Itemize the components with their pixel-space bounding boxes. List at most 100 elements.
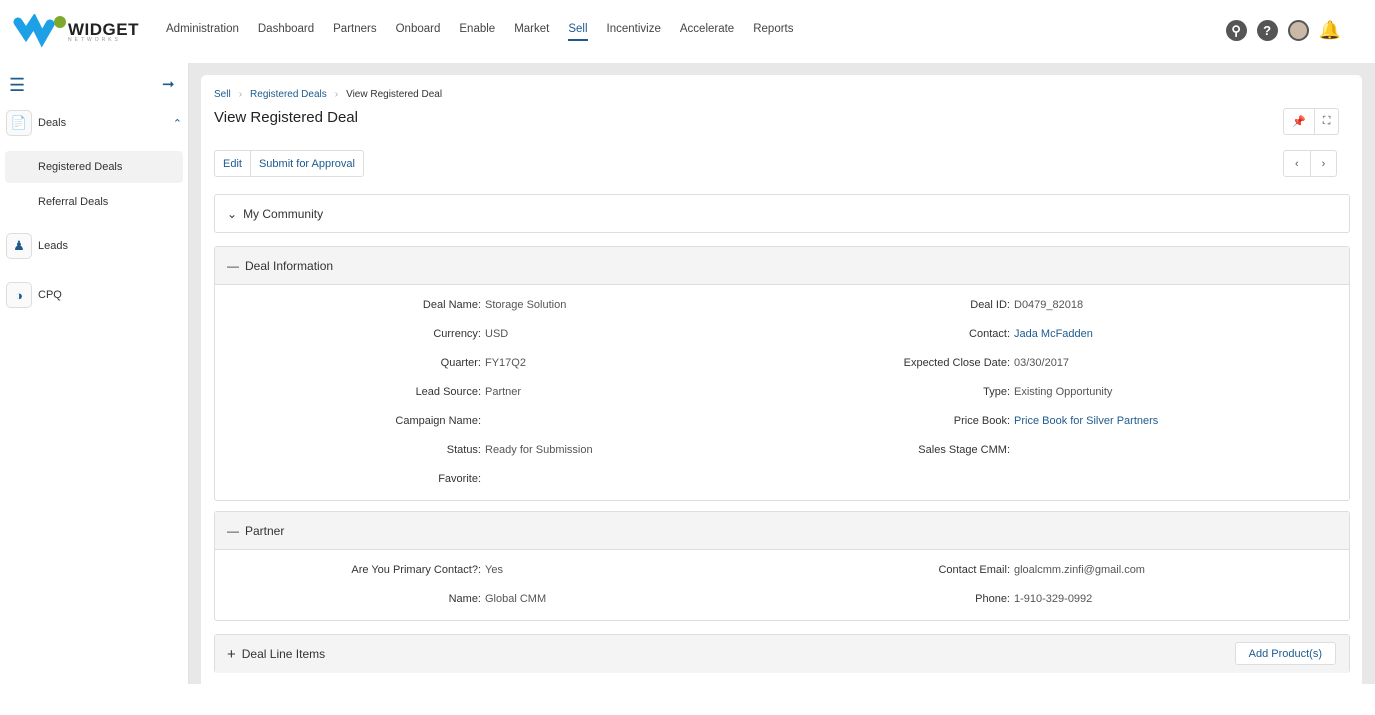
breadcrumb-current: View Registered Deal bbox=[346, 89, 443, 100]
chevron-down-icon: ⌄ bbox=[227, 207, 238, 221]
leads-icon: ♟ bbox=[6, 233, 32, 259]
nav-onboard[interactable]: Onboard bbox=[396, 23, 441, 41]
field-value: Existing Opportunity bbox=[1014, 386, 1113, 398]
previous-icon[interactable]: ‹ bbox=[1284, 151, 1310, 176]
bell-icon[interactable]: 🔔 bbox=[1319, 20, 1341, 41]
field-row: Contact: Jada McFadden bbox=[814, 328, 1093, 340]
sidebar-item-deals[interactable]: 📄 Deals ⌃ bbox=[6, 110, 182, 136]
field-label: Name: bbox=[448, 593, 481, 605]
help-icon[interactable]: ? bbox=[1256, 20, 1278, 41]
pin-sidebar-icon[interactable]: ➞ bbox=[162, 75, 175, 93]
field-value: Yes bbox=[485, 564, 503, 576]
field-value: Global CMM bbox=[485, 593, 547, 605]
breadcrumb: Sell › Registered Deals › View Registered … bbox=[214, 89, 443, 100]
content-card: Sell › Registered Deals › View Registered … bbox=[201, 75, 1362, 715]
section-title: Partner bbox=[245, 523, 285, 538]
nav-market[interactable]: Market bbox=[514, 23, 549, 41]
section-title: My Community bbox=[243, 207, 324, 221]
sidebar-label: CPQ bbox=[38, 289, 62, 301]
field-row: Campaign Name: bbox=[285, 415, 485, 427]
field-label: Contact Email: bbox=[938, 564, 1010, 576]
main-nav: Administration Dashboard Partners Onboar… bbox=[166, 23, 794, 41]
edit-button[interactable]: Edit bbox=[215, 151, 250, 176]
nav-accelerate[interactable]: Accelerate bbox=[680, 23, 734, 41]
field-row: Type: Existing Opportunity bbox=[814, 386, 1112, 398]
breadcrumb-sell[interactable]: Sell bbox=[214, 89, 231, 100]
chevron-up-icon[interactable]: ⌃ bbox=[173, 117, 182, 130]
field-label: Expected Close Date: bbox=[903, 357, 1010, 369]
field-row: Lead Source: Partner bbox=[285, 386, 522, 398]
field-value: Partner bbox=[485, 386, 522, 398]
nav-enable[interactable]: Enable bbox=[459, 23, 495, 41]
cpq-icon: ◑ bbox=[6, 282, 32, 308]
field-label: Quarter: bbox=[440, 357, 481, 369]
menu-icon[interactable]: ☰ bbox=[9, 75, 25, 96]
sidebar-item-referral-deals[interactable]: Referral Deals bbox=[38, 196, 108, 208]
submit-for-approval-button[interactable]: Submit for Approval bbox=[249, 151, 363, 176]
field-label: Status: bbox=[446, 444, 481, 456]
field-label: Sales Stage CMM: bbox=[918, 444, 1010, 456]
field-row: Favorite: bbox=[285, 473, 485, 485]
nav-reports[interactable]: Reports bbox=[753, 23, 793, 41]
section-title: Deal Line Items bbox=[241, 647, 326, 661]
breadcrumb-registered-deals[interactable]: Registered Deals bbox=[250, 89, 327, 100]
deal-information-header[interactable]: — Deal Information bbox=[215, 247, 1349, 285]
field-row: Sales Stage CMM: bbox=[814, 444, 1014, 456]
field-row: Status: Ready for Submission bbox=[285, 444, 593, 456]
field-row: Quarter: FY17Q2 bbox=[285, 357, 526, 369]
field-row: Phone: 1-910-329-0992 bbox=[814, 593, 1092, 605]
sidebar-item-cpq[interactable]: ◑ CPQ bbox=[6, 282, 62, 308]
sidebar-label: Leads bbox=[38, 240, 68, 252]
expand-icon: + bbox=[227, 645, 236, 663]
field-value[interactable]: Jada McFadden bbox=[1014, 328, 1093, 340]
my-community-section: ⌄ My Community bbox=[214, 194, 1350, 233]
add-products-button[interactable]: Add Product(s) bbox=[1234, 642, 1336, 665]
field-value[interactable]: Price Book for Silver Partners bbox=[1014, 415, 1158, 427]
next-icon[interactable]: › bbox=[1309, 151, 1337, 176]
main-area: Sell › Registered Deals › View Registered … bbox=[189, 63, 1375, 715]
field-label: Phone: bbox=[975, 593, 1010, 605]
field-value: Ready for Submission bbox=[485, 444, 593, 456]
field-value: 03/30/2017 bbox=[1014, 357, 1070, 369]
page-title: View Registered Deal bbox=[214, 109, 358, 126]
field-row: Expected Close Date: 03/30/2017 bbox=[814, 357, 1069, 369]
field-value: FY17Q2 bbox=[485, 357, 526, 369]
field-label: Lead Source: bbox=[415, 386, 481, 398]
sidebar-label: Registered Deals bbox=[38, 161, 123, 173]
field-row: Contact Email: gloalcmm.zinfi@gmail.com bbox=[814, 564, 1145, 576]
nav-administration[interactable]: Administration bbox=[166, 23, 239, 41]
partner-section: — Partner Are You Primary Contact?: Yes Nam… bbox=[214, 511, 1350, 621]
nav-sell[interactable]: Sell bbox=[568, 23, 588, 41]
pin-icon[interactable]: 📌 bbox=[1284, 109, 1314, 134]
sidebar-label: Referral Deals bbox=[38, 196, 109, 208]
field-value: gloalcmm.zinfi@gmail.com bbox=[1014, 564, 1145, 576]
fullscreen-icon[interactable]: ⛶ bbox=[1313, 109, 1339, 134]
field-label: Deal ID: bbox=[970, 299, 1010, 311]
deal-line-items-header[interactable]: + Deal Line Items bbox=[215, 635, 1349, 673]
field-row: Currency: USD bbox=[285, 328, 508, 340]
section-title: Deal Information bbox=[245, 258, 334, 273]
collapse-icon: — bbox=[227, 523, 239, 538]
sidebar-item-registered-deals[interactable]: Registered Deals bbox=[5, 151, 183, 183]
field-label: Type: bbox=[983, 386, 1010, 398]
logo[interactable]: WIDGET NETWORKS bbox=[12, 14, 139, 48]
partner-header[interactable]: — Partner bbox=[215, 512, 1349, 550]
field-value: D0479_82018 bbox=[1014, 299, 1084, 311]
avatar[interactable] bbox=[1287, 20, 1309, 41]
field-row: Are You Primary Contact?: Yes bbox=[285, 564, 503, 576]
nav-partners[interactable]: Partners bbox=[333, 23, 376, 41]
field-value: Storage Solution bbox=[485, 299, 567, 311]
field-row: Deal Name: Storage Solution bbox=[285, 299, 566, 311]
deals-icon: 📄 bbox=[6, 110, 32, 136]
field-row: Deal ID: D0479_82018 bbox=[814, 299, 1083, 311]
nav-dashboard[interactable]: Dashboard bbox=[258, 23, 314, 41]
deal-line-items-section: + Deal Line Items Add Product(s) bbox=[214, 634, 1350, 673]
nav-incentivize[interactable]: Incentivize bbox=[607, 23, 661, 41]
search-icon[interactable]: ⚲ bbox=[1225, 20, 1247, 41]
collapse-icon: — bbox=[227, 258, 239, 273]
my-community-header[interactable]: ⌄ My Community bbox=[215, 195, 1349, 233]
field-row: Price Book: Price Book for Silver Partner… bbox=[814, 415, 1159, 427]
logo-mark-icon bbox=[13, 14, 66, 48]
sidebar-item-leads[interactable]: ♟ Leads bbox=[6, 233, 68, 259]
field-value: 1-910-329-0992 bbox=[1014, 593, 1093, 605]
